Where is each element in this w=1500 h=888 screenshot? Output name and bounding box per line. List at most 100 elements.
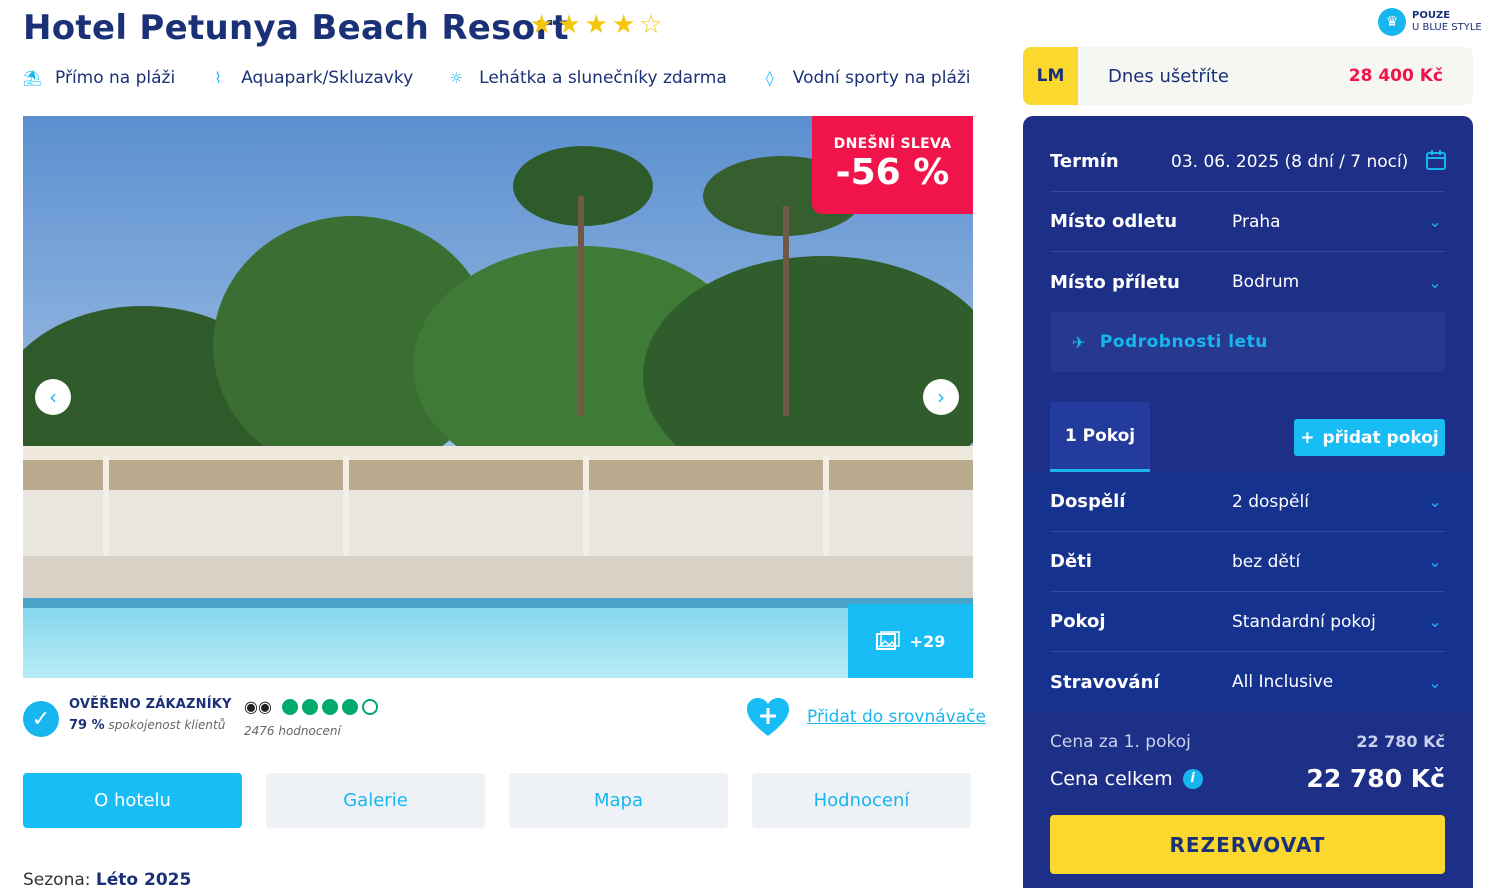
tab-about-hotel[interactable]: O hotelu	[23, 773, 242, 828]
flight-details-button[interactable]: ✈ Podrobnosti letu	[1050, 312, 1445, 372]
feature-label: Vodní sporty na pláži	[792, 68, 971, 88]
children-select[interactable]: Děti bez dětí ⌄	[1050, 532, 1445, 592]
add-room-label: přidat pokoj	[1322, 427, 1439, 448]
badge-line-1: POUZE	[1412, 10, 1451, 21]
heart-plus-icon	[747, 698, 789, 736]
tab-map[interactable]: Mapa	[509, 773, 728, 828]
star-icon: ★	[611, 10, 636, 40]
chevron-down-icon: ⌄	[1428, 612, 1442, 631]
star-icon: ★	[557, 10, 581, 40]
feature-label: Lehátka a slunečníky zdarma	[479, 68, 727, 88]
star-icon: ★	[530, 10, 554, 40]
star-icon: ★	[584, 10, 608, 40]
hotel-star-rating: ★ ★ ★ ★ ☆	[530, 10, 663, 40]
price-total-value: 22 780 Kč	[1306, 764, 1445, 793]
savings-amount: 28 400 Kč	[1348, 66, 1443, 86]
airplane-icon: ✈	[1072, 332, 1086, 352]
departure-select[interactable]: Místo odletu Praha ⌄	[1050, 192, 1445, 252]
price-per-room: Cena za 1. pokoj 22 780 Kč	[1050, 732, 1445, 752]
tripadvisor-count: 2476 hodnocení	[244, 724, 341, 738]
satisfaction-line: 79 % spokojenost klientů	[69, 718, 232, 733]
arrival-value: Bodrum	[1232, 272, 1300, 292]
room-type-value: Standardní pokoj	[1232, 611, 1376, 632]
satisfaction-percent: 79 %	[69, 718, 105, 733]
chevron-down-icon: ⌄	[1428, 552, 1442, 571]
chevron-down-icon: ⌄	[1428, 212, 1442, 231]
price-total-label: Cena celkem	[1050, 767, 1173, 790]
discount-label: DNEŠNÍ SLEVA	[833, 136, 952, 152]
hotel-title: Hotel Petunya Beach Resort	[23, 8, 569, 48]
calendar-icon	[1425, 149, 1446, 175]
customer-verified: ✓ OVĚŘENO ZÁKAZNÍKY 79 % spokojenost kli…	[23, 697, 232, 737]
season-value: Léto 2025	[95, 870, 192, 888]
tripadvisor-rating[interactable]: ◉◉ 2476 hodnocení	[244, 697, 378, 738]
verified-title: OVĚŘENO ZÁKAZNÍKY	[69, 697, 232, 712]
discount-badge: DNEŠNÍ SLEVA -56 %	[812, 116, 973, 214]
term-row[interactable]: Termín 03. 06. 2025 (8 dní / 7 nocí)	[1050, 132, 1446, 192]
season-label: Sezona:	[23, 870, 91, 888]
gallery-prev-button[interactable]: ‹	[35, 379, 71, 415]
room-type-select[interactable]: Pokoj Standardní pokoj ⌄	[1050, 592, 1445, 652]
tripadvisor-bubbles: ◉◉	[244, 697, 378, 716]
feature-beach: ⛱ Přímo na pláži	[22, 68, 175, 88]
departure-value: Praha	[1232, 211, 1281, 232]
children-value: bez dětí	[1232, 551, 1301, 572]
rating-bubble-empty	[361, 698, 378, 715]
board-label: Stravování	[1050, 671, 1160, 693]
feature-aquapark: ⌇ Aquapark/Skluzavky	[209, 68, 414, 88]
feature-sunbeds: ☼ Lehátka a slunečníky zdarma	[447, 68, 727, 88]
arrival-label: Místo příletu	[1050, 271, 1180, 293]
price-per-room-label: Cena za 1. pokoj	[1050, 732, 1191, 752]
rating-bubble-filled	[341, 698, 358, 715]
adults-label: Dospělí	[1050, 491, 1126, 512]
more-photos-button[interactable]: +29	[848, 604, 973, 678]
tripadvisor-owl-icon: ◉◉	[244, 697, 272, 716]
add-to-compare[interactable]: Přidat do srovnávače	[745, 696, 986, 738]
add-to-compare-link[interactable]: Přidat do srovnávače	[807, 707, 986, 727]
feature-watersports: ◊ Vodní sporty na pláži	[761, 68, 971, 88]
flight-details-label: Podrobnosti letu	[1099, 332, 1268, 352]
add-room-button[interactable]: + přidat pokoj	[1294, 419, 1445, 456]
tab-reviews[interactable]: Hodnocení	[752, 773, 971, 828]
discount-value: -56 %	[835, 152, 950, 193]
chevron-down-icon: ⌄	[1428, 672, 1442, 692]
satisfaction-suffix: spokojenost klientů	[108, 718, 226, 732]
blue-style-badge: ♛ POUZE U BLUE STYLE	[1378, 8, 1482, 36]
arrival-select[interactable]: Místo příletu Bodrum ⌄	[1050, 252, 1445, 312]
board-select[interactable]: Stravování All Inclusive ⌄	[1050, 652, 1445, 712]
adults-value: 2 dospělí	[1232, 491, 1309, 512]
reserve-button[interactable]: REZERVOVAT	[1050, 815, 1445, 874]
hotel-tabs: O hotelu Galerie Mapa Hodnocení	[23, 773, 971, 828]
sunbed-icon: ☼	[449, 69, 463, 87]
gallery-next-button[interactable]: ›	[923, 379, 959, 415]
hotel-features: ⛱ Přímo na pláži ⌇ Aquapark/Skluzavky ☼ …	[22, 64, 1005, 92]
booking-panel: Termín 03. 06. 2025 (8 dní / 7 nocí) Mís…	[1023, 116, 1473, 888]
chevron-left-icon: ‹	[49, 385, 57, 409]
rating-bubble-filled	[321, 698, 338, 715]
tab-gallery[interactable]: Galerie	[266, 773, 485, 828]
chevron-down-icon: ⌄	[1428, 492, 1442, 511]
surfboard-icon: ◊	[766, 69, 774, 87]
waterslide-icon: ⌇	[214, 69, 222, 87]
beach-icon: ⛱	[22, 69, 42, 87]
term-value: 03. 06. 2025 (8 dní / 7 nocí)	[1171, 151, 1409, 172]
badge-line-2: U BLUE STYLE	[1412, 22, 1482, 33]
savings-label: Dnes ušetříte	[1108, 65, 1229, 87]
info-icon[interactable]: i	[1182, 768, 1203, 789]
price-per-room-value: 22 780 Kč	[1356, 732, 1445, 751]
image-icon	[875, 631, 900, 650]
adults-select[interactable]: Dospělí 2 dospělí ⌄	[1050, 472, 1445, 532]
more-photos-count: +29	[909, 631, 946, 651]
room-tab-1[interactable]: 1 Pokoj	[1050, 402, 1150, 472]
children-label: Děti	[1050, 551, 1092, 572]
check-icon: ✓	[23, 701, 59, 737]
season-info: Sezona: Léto 2025	[23, 870, 191, 888]
chevron-right-icon: ›	[937, 385, 945, 409]
term-label: Termín	[1050, 151, 1119, 172]
room-type-label: Pokoj	[1050, 611, 1106, 632]
chevron-down-icon: ⌄	[1428, 272, 1442, 292]
feature-label: Aquapark/Skluzavky	[241, 68, 414, 88]
star-outline-icon: ☆	[639, 10, 663, 40]
board-value: All Inclusive	[1232, 672, 1334, 692]
crown-icon: ♛	[1378, 8, 1406, 36]
